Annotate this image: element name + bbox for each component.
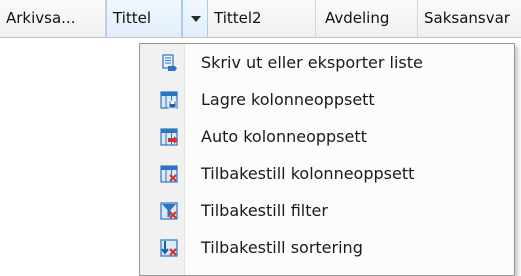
grid-view: Arkivsa... Tittel Tittel2 Avdeling Saksa… [0, 0, 521, 276]
menu-item-save-columns[interactable]: Lagre kolonneoppsett [142, 83, 512, 117]
menu-item-label: Tilbakestill filter [201, 201, 328, 220]
menu-item-auto-columns[interactable]: Auto kolonneoppsett [142, 120, 512, 154]
reset-columns-icon [160, 165, 178, 183]
menu-item-reset-filter[interactable]: Tilbakestill filter [142, 194, 512, 228]
column-header-label: Arkivsa... [6, 9, 76, 27]
menu-item-reset-sort[interactable]: Tilbakestill sortering [142, 231, 512, 265]
column-dropdown-button[interactable] [182, 0, 208, 37]
menu-item-label: Tilbakestill sortering [201, 238, 363, 257]
save-columns-icon [160, 91, 178, 109]
column-header-tittel2[interactable]: Tittel2 [208, 0, 316, 37]
reset-filter-icon [160, 202, 178, 220]
column-header-label: Tittel2 [214, 9, 262, 27]
column-header-label: Tittel [113, 9, 152, 27]
column-header-row: Arkivsa... Tittel Tittel2 Avdeling Saksa… [0, 0, 521, 38]
column-header-arkivsak[interactable]: Arkivsa... [0, 0, 106, 37]
menu-item-print-export[interactable]: Skriv ut eller eksporter liste [142, 46, 512, 80]
menu-item-label: Auto kolonneoppsett [201, 127, 367, 146]
chevron-down-icon [191, 16, 201, 22]
menu-item-label: Lagre kolonneoppsett [201, 90, 375, 109]
column-header-tittel[interactable]: Tittel [106, 0, 182, 37]
column-context-menu: Skriv ut eller eksporter liste Lagre kol… [139, 43, 515, 276]
menu-item-label: Skriv ut eller eksporter liste [201, 53, 423, 72]
print-export-icon [160, 54, 178, 72]
menu-item-label: Tilbakestill kolonneoppsett [201, 164, 415, 183]
menu-item-reset-columns[interactable]: Tilbakestill kolonneoppsett [142, 157, 512, 191]
column-header-label: Avdeling [325, 9, 390, 27]
column-header-avdeling[interactable]: Avdeling [316, 0, 418, 37]
reset-sort-icon [160, 239, 178, 257]
auto-columns-icon [160, 128, 178, 146]
column-header-saksansvar[interactable]: Saksansvar [418, 0, 521, 37]
column-header-label: Saksansvar [424, 9, 510, 27]
